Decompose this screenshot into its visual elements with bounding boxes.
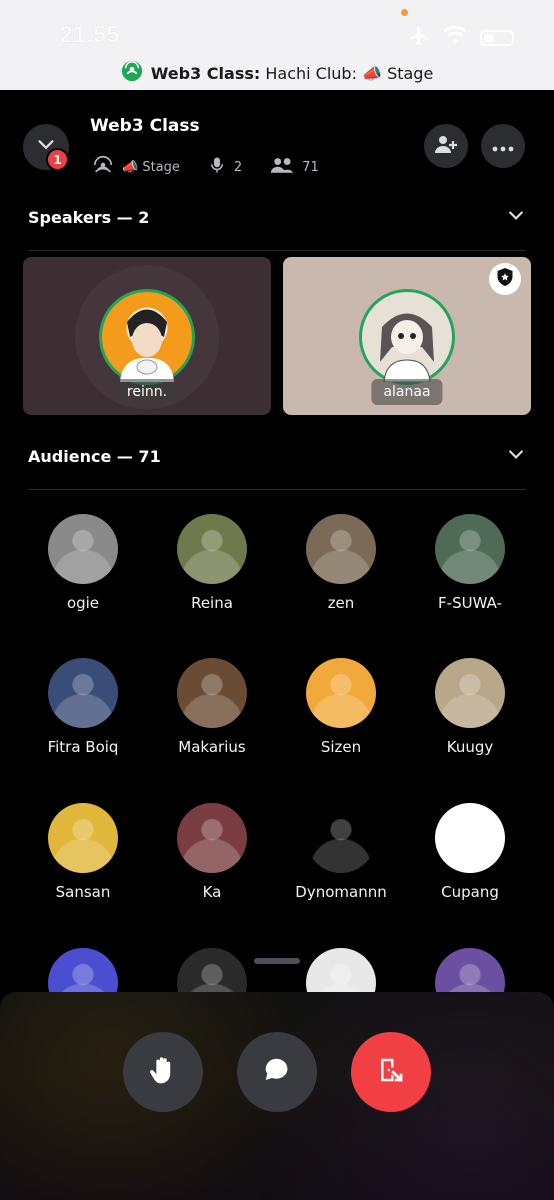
people-icon <box>270 155 294 179</box>
speaker-count: 2 <box>233 159 243 175</box>
stage-header: 1 Web3 Class 📣 Stage 2 71 <box>0 90 554 190</box>
avatar <box>306 803 376 873</box>
audience-member[interactable]: F-SUWA- <box>410 514 530 634</box>
avatar <box>177 514 247 584</box>
avatar <box>435 514 505 584</box>
moderator-badge <box>489 263 521 295</box>
stage-channel-icon <box>92 154 114 180</box>
status-time: 21.55 <box>60 22 121 47</box>
audience-name: Kuugy <box>446 738 494 756</box>
stage-meta: 📣 Stage 2 71 <box>92 154 319 180</box>
more-dots-icon <box>492 137 514 156</box>
wifi-icon <box>443 25 467 50</box>
audience-name: Fitra Boiq <box>47 738 119 756</box>
audience-name: zen <box>327 594 355 612</box>
audience-member[interactable]: Reina <box>152 514 272 634</box>
leave-door-icon <box>376 1055 406 1089</box>
chevron-down-icon <box>506 444 526 468</box>
listener-count: 71 <box>302 159 319 175</box>
raise-hand-button[interactable] <box>123 1032 203 1112</box>
microphone-icon <box>208 155 226 179</box>
audience-member[interactable]: Dynomannn <box>281 803 401 923</box>
avatar <box>48 658 118 728</box>
audience-member[interactable]: Sansan <box>23 803 143 923</box>
more-options-button[interactable] <box>481 124 525 168</box>
audience-member[interactable]: Cupang <box>410 803 530 923</box>
speakers-heading: Speakers — 2 <box>28 207 150 227</box>
divider <box>28 489 526 490</box>
leave-stage-button[interactable] <box>351 1032 431 1112</box>
divider <box>28 250 526 251</box>
audience-member[interactable]: Fitra Boiq <box>23 658 143 778</box>
drag-handle[interactable] <box>254 958 300 964</box>
audience-heading: Audience — 71 <box>28 446 161 466</box>
audience-name: Sansan <box>55 883 111 901</box>
audience-member[interactable]: Ka <box>152 803 272 923</box>
audience-name: Makarius <box>178 738 246 756</box>
speaker-name: alanaa <box>371 379 443 405</box>
avatar <box>48 803 118 873</box>
avatar <box>435 658 505 728</box>
add-user-icon <box>434 132 458 160</box>
stage-label: 📣 Stage <box>122 159 180 175</box>
audience-section-header[interactable]: Audience — 71 <box>28 441 526 471</box>
hand-icon <box>147 1054 179 1090</box>
avatar <box>306 514 376 584</box>
battery-icon <box>480 30 514 46</box>
audience-name: Cupang <box>441 883 499 901</box>
audience-member[interactable]: Kuugy <box>410 658 530 778</box>
audience-member[interactable]: zen <box>281 514 401 634</box>
chat-bubble-icon <box>262 1055 292 1089</box>
audience-name: Ka <box>202 883 222 901</box>
invite-button[interactable] <box>424 124 468 168</box>
chevron-down-icon <box>506 205 526 229</box>
status-icons <box>408 25 514 51</box>
stage-banner-server: Web3 Class: <box>150 63 261 83</box>
privacy-indicator-dot <box>401 9 408 16</box>
audience-name: F-SUWA- <box>438 594 502 612</box>
avatar <box>306 658 376 728</box>
audience-name: Sizen <box>320 738 362 756</box>
speaker-card[interactable]: alanaa <box>283 257 531 415</box>
speakers-section-header[interactable]: Speakers — 2 <box>28 202 526 232</box>
shield-star-icon <box>496 267 514 291</box>
avatar <box>435 803 505 873</box>
audience-name: ogie <box>66 594 100 612</box>
speaker-card[interactable]: reinn. <box>23 257 271 415</box>
audience-member[interactable]: Sizen <box>281 658 401 778</box>
channel-title: Web3 Class <box>90 116 200 136</box>
audience-name: Dynomannn <box>295 883 387 901</box>
status-bar: 21.55 <box>0 0 554 56</box>
audience-member[interactable]: Makarius <box>152 658 272 778</box>
stage-live-icon <box>121 60 143 86</box>
stage-banner-text: Hachi Club: 📣 Stage <box>265 63 434 83</box>
avatar <box>48 514 118 584</box>
notification-badge: 1 <box>46 148 69 171</box>
avatar <box>177 658 247 728</box>
airplane-icon <box>408 25 430 51</box>
speaker-avatar <box>99 289 195 385</box>
speaker-avatar <box>359 289 455 385</box>
stage-banner[interactable]: Web3 Class: Hachi Club: 📣 Stage <box>0 56 554 90</box>
avatar <box>177 803 247 873</box>
audience-member[interactable]: ogie <box>23 514 143 634</box>
audience-name: Reina <box>191 594 233 612</box>
chat-button[interactable] <box>237 1032 317 1112</box>
speaker-name: reinn. <box>114 379 180 405</box>
